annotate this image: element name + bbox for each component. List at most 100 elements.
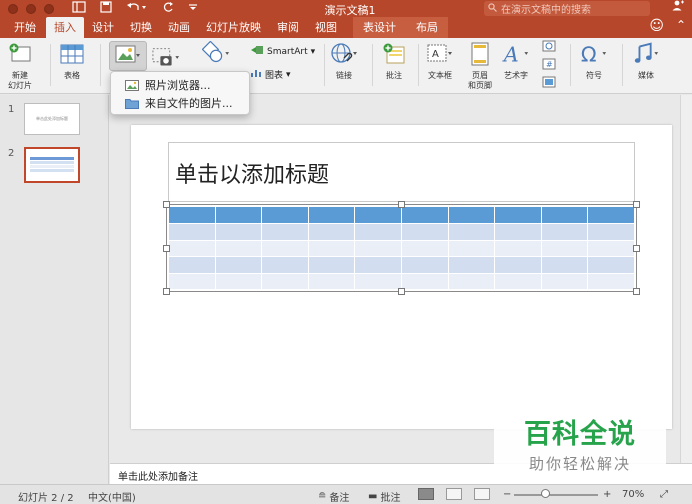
tab-table-design[interactable]: 表设计 (353, 17, 406, 38)
zoom-slider[interactable] (514, 494, 598, 496)
search-input[interactable]: 在演示文稿中的搜索 (484, 1, 650, 16)
feedback-smiley-icon[interactable]: ☺ (649, 18, 664, 34)
pictures-button[interactable] (109, 41, 147, 71)
ribbon-insert: 新建 幻灯片 表格 SmartArt ▾ 图表 ▾ 链接 批注 A 文本框 页眉… (0, 38, 692, 94)
resize-handle[interactable] (398, 288, 405, 295)
table-label: 表格 (64, 71, 80, 80)
resize-handle[interactable] (398, 201, 405, 208)
resize-handle[interactable] (163, 245, 170, 252)
comment-bubble-icon: ▬ (368, 491, 378, 502)
insert-picture-menu: 照片浏览器... 来自文件的图片... (110, 71, 250, 115)
vertical-scrollbar[interactable] (680, 95, 692, 463)
tab-transitions[interactable]: 切换 (122, 17, 160, 38)
ribbon-separator (418, 44, 419, 86)
quick-access-toolbar (72, 1, 198, 17)
symbol-label: 符号 (586, 71, 602, 80)
collapse-ribbon-icon[interactable]: ⌃ (676, 18, 686, 32)
link-label: 链接 (336, 71, 352, 80)
sidebar-toggle-icon[interactable] (72, 1, 86, 17)
save-icon[interactable] (100, 1, 112, 17)
link-button[interactable]: 链接 (330, 40, 358, 81)
search-placeholder: 在演示文稿中的搜索 (501, 5, 591, 16)
date-time-button[interactable]: # (542, 40, 556, 91)
resize-handle[interactable] (633, 288, 640, 295)
undo-icon[interactable] (126, 1, 148, 17)
tab-view[interactable]: 视图 (307, 17, 345, 38)
ribbon-separator (324, 44, 325, 86)
minimize-window-button[interactable] (26, 4, 36, 14)
wordart-button[interactable]: A 艺术字 (502, 40, 530, 81)
chart-icon (250, 68, 262, 81)
link-icon (330, 40, 358, 68)
notes-toggle-label: 备注 (329, 493, 350, 504)
tab-animations[interactable]: 动画 (160, 17, 198, 38)
watermark-sub-text: 助你轻松解决 (528, 455, 631, 473)
textbox-button[interactable]: A 文本框 (426, 40, 454, 81)
zoom-level[interactable]: 70% (622, 489, 644, 500)
resize-handle[interactable] (163, 288, 170, 295)
slide-thumbnail-2[interactable] (24, 147, 80, 183)
customize-toolbar-icon[interactable] (188, 1, 198, 17)
photo-icon (125, 79, 139, 91)
fit-to-window-icon[interactable]: ⤢ (660, 489, 668, 500)
zoom-slider-knob[interactable] (541, 489, 550, 498)
comment-button[interactable]: 批注 (380, 40, 408, 81)
slide-number-icon[interactable]: # (542, 58, 556, 73)
wordart-icon: A (502, 40, 530, 68)
resize-handle[interactable] (163, 201, 170, 208)
redo-icon[interactable] (162, 1, 174, 17)
account-icon[interactable] (672, 0, 684, 14)
shapes-button[interactable] (202, 40, 230, 71)
ribbon-separator (372, 44, 373, 86)
table-selection-frame (166, 204, 637, 292)
comments-toggle-button[interactable]: ▬ 批注 (368, 489, 400, 504)
folder-icon (125, 98, 139, 109)
title-placeholder[interactable]: 单击以添加标题 (168, 142, 635, 202)
resize-handle[interactable] (633, 201, 640, 208)
symbol-button[interactable]: Ω 符号 (580, 40, 608, 81)
notes-icon: ≘ (318, 491, 327, 502)
header-footer-button[interactable]: 页眉 和页脚 (466, 40, 494, 91)
screenshot-icon (152, 44, 180, 72)
close-window-button[interactable] (8, 4, 18, 14)
tab-design[interactable]: 设计 (84, 17, 122, 38)
date-time-icon (542, 40, 556, 55)
chart-button[interactable]: 图表 ▾ (250, 68, 291, 81)
table-button[interactable]: 表格 (58, 40, 86, 81)
tab-insert[interactable]: 插入 (46, 17, 84, 38)
resize-handle[interactable] (633, 245, 640, 252)
smartart-button[interactable]: SmartArt ▾ (250, 44, 315, 59)
normal-view-button[interactable] (418, 488, 434, 500)
thumbnail-title: 单击此处添加标题 (36, 116, 68, 121)
object-icon[interactable] (542, 76, 556, 91)
media-button[interactable]: 媒体 (632, 40, 660, 81)
language-indicator[interactable]: 中文(中国) (88, 489, 136, 504)
slide-thumbnail-pane: 1 单击此处添加标题 2 (0, 95, 109, 484)
zoom-in-button[interactable]: + (603, 489, 611, 500)
title-placeholder-text: 单击以添加标题 (175, 163, 330, 188)
slide-counter: 幻灯片 2 / 2 (18, 493, 74, 504)
slide-thumbnail-1[interactable]: 单击此处添加标题 (24, 103, 80, 135)
notes-toggle-button[interactable]: ≘ 备注 (318, 489, 349, 504)
zoom-out-button[interactable]: − (503, 489, 511, 500)
ribbon-separator (570, 44, 571, 86)
tab-slideshow[interactable]: 幻灯片放映 (198, 17, 269, 38)
svg-text:Ω: Ω (581, 42, 597, 66)
menu-item-picture-from-file[interactable]: 来自文件的图片... (111, 94, 249, 112)
chart-label: 图表 (265, 71, 284, 81)
chevron-down-icon: ▾ (286, 69, 291, 80)
slide-sorter-view-button[interactable] (446, 488, 462, 500)
svg-text:A: A (432, 49, 439, 60)
thumbnail-table-row (30, 161, 74, 164)
zoom-window-button[interactable] (44, 4, 54, 14)
comments-toggle-label: 批注 (380, 493, 401, 504)
tab-table-layout[interactable]: 布局 (406, 17, 448, 38)
tab-review[interactable]: 审阅 (269, 17, 307, 38)
new-slide-button[interactable]: 新建 幻灯片 (6, 40, 34, 91)
smartart-label: SmartArt (267, 46, 308, 57)
menu-item-photo-browser[interactable]: 照片浏览器... (111, 76, 249, 94)
comment-icon (380, 40, 408, 68)
tab-home[interactable]: 开始 (0, 17, 46, 38)
ribbon-separator (100, 44, 101, 86)
reading-view-button[interactable] (474, 488, 490, 500)
